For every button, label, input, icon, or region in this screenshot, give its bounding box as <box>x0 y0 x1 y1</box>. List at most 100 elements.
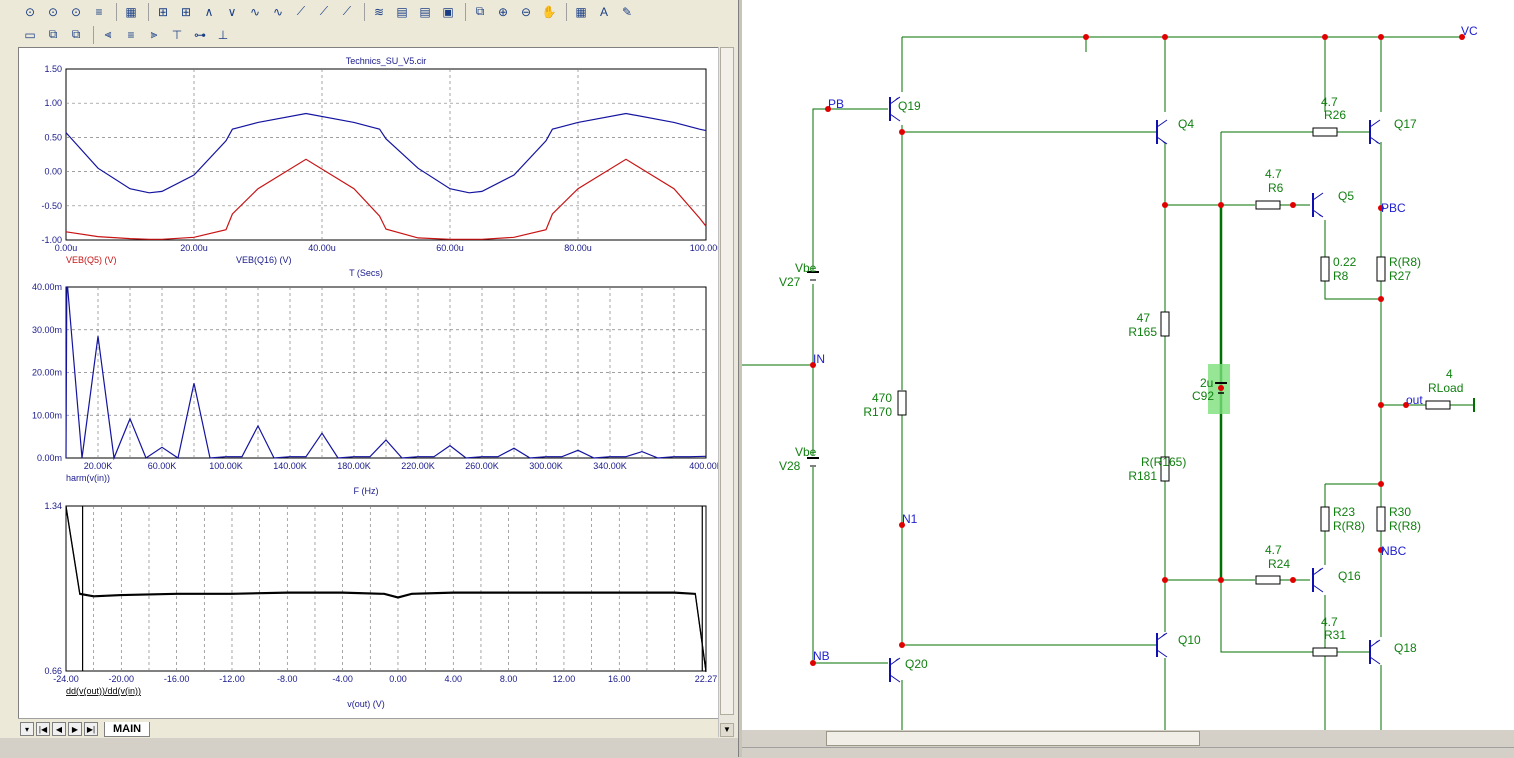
cursor-valley-icon[interactable]: ⊞ <box>176 2 196 22</box>
notes-icon[interactable]: ▤ <box>392 2 412 22</box>
x-tick-label: 8.00 <box>500 674 518 684</box>
grid-icon[interactable]: ▦ <box>571 2 591 22</box>
q20-transistor[interactable] <box>889 657 901 683</box>
q17-transistor[interactable] <box>1369 119 1381 145</box>
zoom-out-icon[interactable]: ⊙ <box>66 2 86 22</box>
q10-transistor[interactable] <box>1156 632 1168 658</box>
schematic-horizontal-scrollbar[interactable]: ◀ <box>742 730 1514 747</box>
r31-name: R31 <box>1324 628 1346 642</box>
label-icon[interactable]: ≋ <box>369 2 389 22</box>
r30-name: R30 <box>1389 505 1411 519</box>
x-tick-label: 60.00K <box>148 461 177 471</box>
x-tick-label: 180.00K <box>337 461 371 471</box>
bring-front-icon[interactable]: ▭ <box>20 25 40 45</box>
scale-icon[interactable]: ≡ <box>89 2 109 22</box>
cursor-high-icon[interactable]: ∧ <box>199 2 219 22</box>
align-middle-icon[interactable]: ⊶ <box>190 25 210 45</box>
r165-name: R165 <box>1128 325 1157 339</box>
plot-title: Technics_SU_V5.cir <box>346 56 427 66</box>
group-icon[interactable]: ⧉ <box>43 25 63 45</box>
ungroup-icon[interactable]: ⧉ <box>66 25 86 45</box>
transient-plot: Technics_SU_V5.cir1.501.000.500.00-0.50-… <box>41 56 722 278</box>
cursor-top-icon[interactable]: ⟋ <box>291 2 311 22</box>
cursor-low-icon[interactable]: ∨ <box>222 2 242 22</box>
r30-resistor[interactable] <box>1376 506 1386 532</box>
cursor-bottom-icon[interactable]: ⟋ <box>314 2 334 22</box>
align-bottom-icon[interactable]: ⊥ <box>213 25 233 45</box>
r26-value: 4.7 <box>1321 95 1338 109</box>
net-label-out: out <box>1406 393 1423 407</box>
zoom-fit-icon[interactable]: ⊙ <box>20 2 40 22</box>
q18-transistor[interactable] <box>1369 639 1381 665</box>
r8-resistor[interactable] <box>1320 256 1330 282</box>
dc-gain-plot: 1.340.66-24.00 -20.00 -16.00 -12.00 -8.00 -4.… <box>44 501 717 709</box>
toolbar-separator <box>465 2 466 21</box>
q5-transistor[interactable] <box>1312 192 1324 218</box>
align-right-icon[interactable]: ⫸ <box>144 25 164 45</box>
r31-resistor[interactable] <box>1312 647 1338 657</box>
q16-transistor[interactable] <box>1312 567 1324 593</box>
y-tick-label: 10.00m <box>32 410 62 420</box>
scroll-thumb[interactable] <box>720 47 734 715</box>
v27-value: Vbe <box>795 261 817 275</box>
align-center-icon[interactable]: ≡ <box>121 25 141 45</box>
zoom-out-2-icon[interactable]: ⊖ <box>516 2 536 22</box>
junction-node <box>1378 296 1384 302</box>
net-label-in: IN <box>813 352 825 366</box>
properties-icon[interactable]: ▦ <box>121 2 141 22</box>
scroll-down-arrow-icon[interactable]: ▼ <box>720 723 734 737</box>
r170-value: 470 <box>872 391 892 405</box>
r6-value: 4.7 <box>1265 167 1282 181</box>
first-page-button[interactable]: |◀ <box>36 722 50 736</box>
cursor-inflection-icon[interactable]: ∿ <box>245 2 265 22</box>
status-bar <box>742 747 1514 758</box>
rload-resistor[interactable] <box>1425 400 1451 410</box>
r31-value: 4.7 <box>1321 615 1338 629</box>
tag-icon[interactable]: ✎ <box>617 2 637 22</box>
copy-icon[interactable]: ⧉ <box>470 2 490 22</box>
plot-vertical-scrollbar[interactable]: ▼ <box>718 47 735 737</box>
r26-resistor[interactable] <box>1312 127 1338 137</box>
x-tick-label: 0.00 <box>389 674 407 684</box>
align-left-icon[interactable]: ⫷ <box>98 25 118 45</box>
wire <box>812 467 888 664</box>
scroll-thumb[interactable] <box>826 731 1200 746</box>
tab-main[interactable]: MAIN <box>104 721 151 737</box>
r170-resistor[interactable] <box>897 390 907 416</box>
x-tick-label: 22.27 <box>695 674 718 684</box>
left-status-strip <box>0 738 738 757</box>
last-page-button[interactable]: ▶| <box>84 722 98 736</box>
next-page-button[interactable]: ▶ <box>68 722 82 736</box>
print-icon[interactable]: ▤ <box>415 2 435 22</box>
pan-icon[interactable]: ✋ <box>539 2 559 22</box>
tab-menu-button[interactable]: ▾ <box>20 722 34 736</box>
page-tab-bar: ▾ |◀ ◀ ▶ ▶| MAIN <box>18 718 718 739</box>
schematic-canvas[interactable]: VC PB IN NB N1 PBC NBC out Q19 Q4 Q17 Q5 Q16 Q10 Q18 Q2… <box>742 0 1514 730</box>
r165-resistor[interactable] <box>1160 311 1170 337</box>
r165-value: 47 <box>1137 311 1151 325</box>
toolbar-separator <box>93 25 94 44</box>
q19-label: Q19 <box>898 99 921 113</box>
align-top-icon[interactable]: ⊤ <box>167 25 187 45</box>
prev-page-button[interactable]: ◀ <box>52 722 66 736</box>
page-setup-icon[interactable]: ▣ <box>438 2 458 22</box>
cursor-slope-icon[interactable]: ∿ <box>268 2 288 22</box>
legend-series-1: harm(v(in)) <box>66 473 110 483</box>
r24-resistor[interactable] <box>1255 575 1281 585</box>
cursor-peak-icon[interactable]: ⊞ <box>153 2 173 22</box>
schematic-window[interactable]: VC PB IN NB N1 PBC NBC out Q19 Q4 Q17 Q5 Q16 Q10 Q18 Q2… <box>742 0 1514 730</box>
q4-transistor[interactable] <box>1156 119 1168 145</box>
cursor-global-icon[interactable]: ⟋ <box>337 2 357 22</box>
junction-node <box>1378 402 1384 408</box>
zoom-in-icon[interactable]: ⊕ <box>493 2 513 22</box>
net-label-n1: N1 <box>902 512 918 526</box>
zoom-region-icon[interactable]: ⊙ <box>43 2 63 22</box>
r23-resistor[interactable] <box>1320 506 1330 532</box>
plots-canvas: Technics_SU_V5.cir 1.50 1.00 0.50 0.00 -0.50 -… <box>32 56 723 709</box>
font-icon[interactable]: A <box>594 2 614 22</box>
plot-area[interactable]: Technics_SU_V5.cir 1.50 1.00 0.50 0.00 -0.50 -… <box>18 47 735 719</box>
x-axis-label: v(out) (V) <box>347 699 385 709</box>
r6-resistor[interactable] <box>1255 200 1281 210</box>
r27-resistor[interactable] <box>1376 256 1386 282</box>
wire <box>1324 281 1381 300</box>
